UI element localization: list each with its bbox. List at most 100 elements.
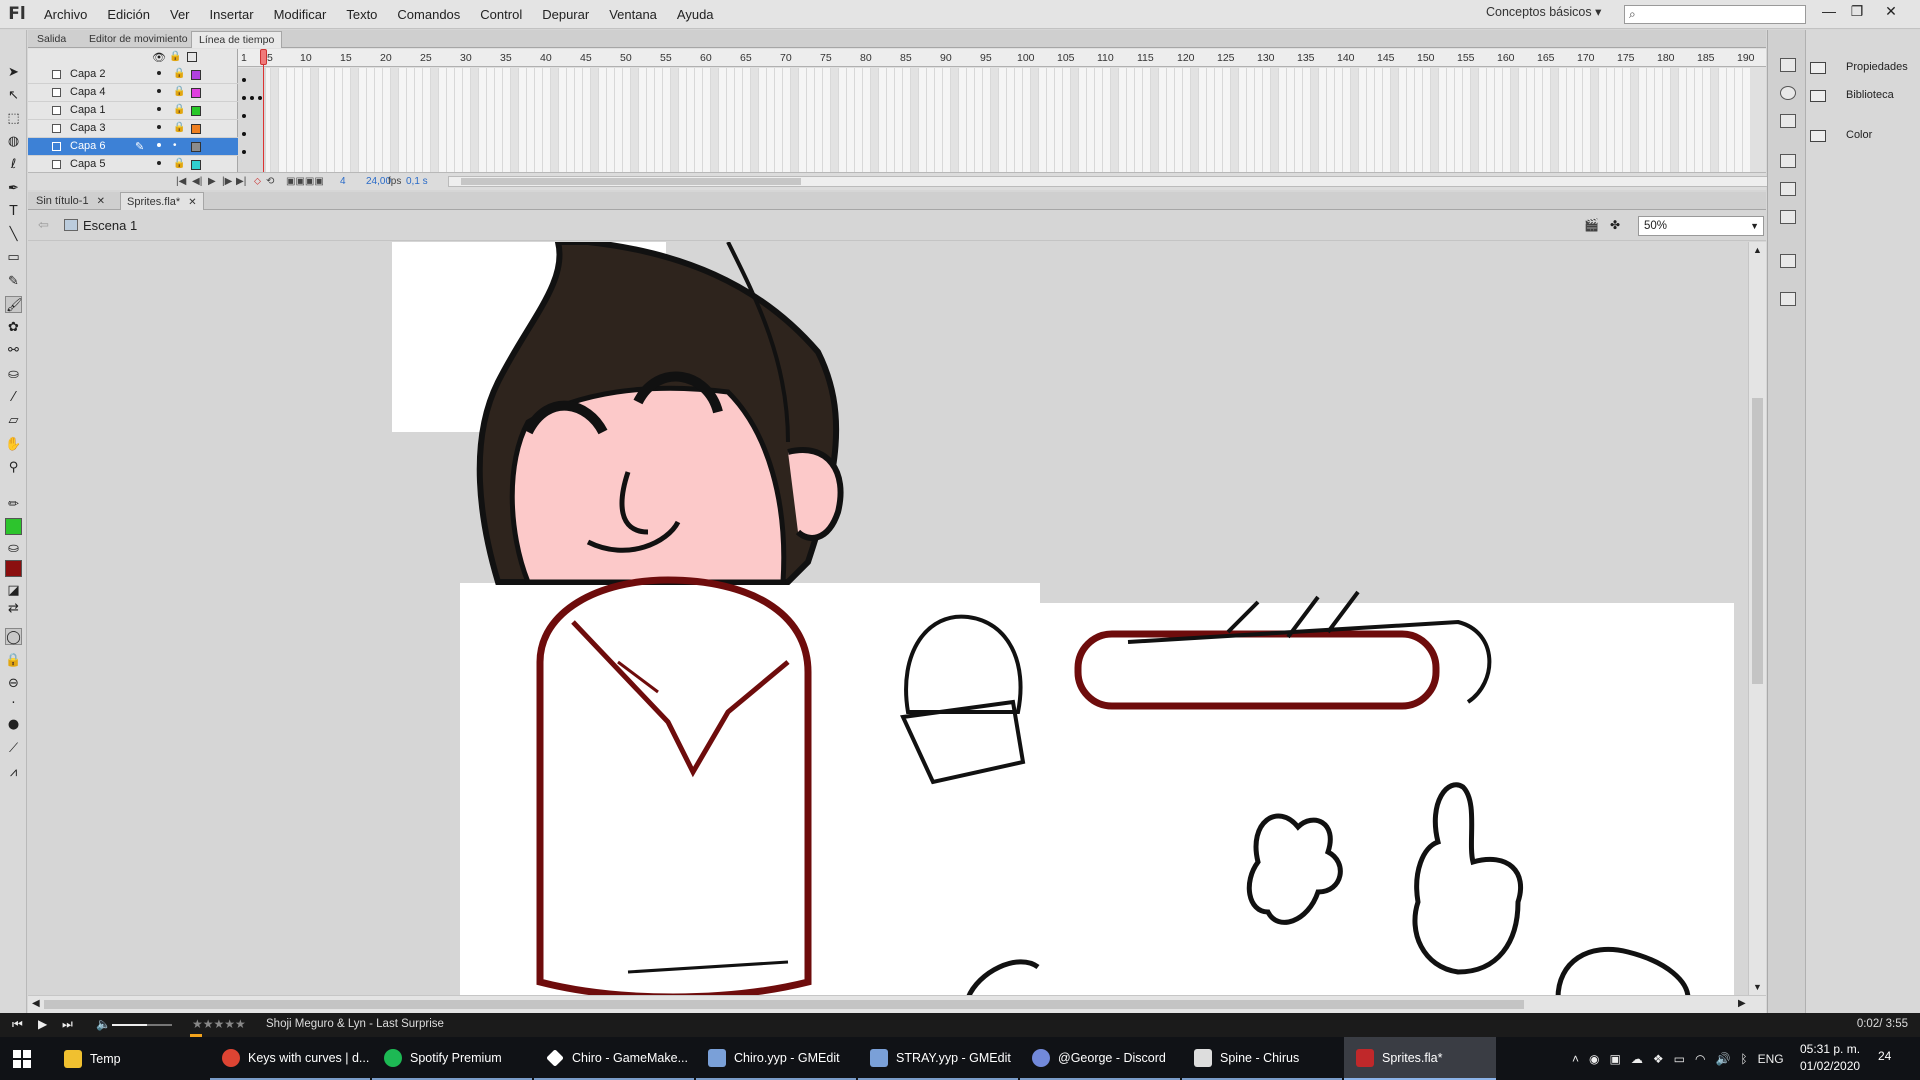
subselection-tool-icon[interactable]: ↖: [5, 87, 22, 104]
bone-tool-icon[interactable]: ⚯: [5, 342, 22, 359]
menu-edicion[interactable]: Edición: [97, 0, 160, 29]
menu-texto[interactable]: Texto: [336, 0, 387, 29]
help-search-input[interactable]: ⌕: [1624, 5, 1806, 24]
layer-row-selected[interactable]: Capa 6 ✎ •: [28, 138, 238, 156]
scene-panel-icon[interactable]: [1780, 254, 1796, 268]
dropbox-icon[interactable]: ❖: [1653, 1052, 1664, 1066]
previous-track-icon[interactable]: ⏮: [12, 1017, 23, 1032]
tab-editor-movimiento[interactable]: Editor de movimiento: [82, 31, 195, 48]
workspace-switcher[interactable]: Conceptos básicos ▾: [1486, 4, 1601, 19]
wifi-icon[interactable]: ◠: [1695, 1052, 1705, 1066]
layer-color-swatch[interactable]: [191, 124, 201, 134]
notifications-icon[interactable]: 24: [1878, 1049, 1891, 1063]
black-and-white-icon[interactable]: ◪: [5, 582, 22, 599]
lock-icon[interactable]: 🔒: [173, 104, 185, 115]
pencil-tool-icon[interactable]: ✎: [5, 273, 22, 290]
next-track-icon[interactable]: ⏭: [62, 1017, 73, 1032]
layer-color-swatch[interactable]: [191, 160, 201, 170]
text-tool-icon[interactable]: T: [5, 203, 22, 220]
scene-name[interactable]: Escena 1: [83, 218, 137, 233]
step-forward-icon[interactable]: |▶: [222, 176, 232, 187]
object-drawing-icon[interactable]: ◯: [5, 628, 22, 645]
play-icon[interactable]: ▶: [38, 1017, 47, 1031]
play-icon[interactable]: ▶: [208, 176, 216, 187]
language-indicator[interactable]: ENG: [1758, 1052, 1784, 1066]
scroll-down-icon[interactable]: ▼: [1753, 982, 1762, 992]
tilt-icon[interactable]: ⩘: [5, 764, 22, 781]
lock-icon[interactable]: 🔒: [173, 86, 185, 97]
keyframe-dot[interactable]: [242, 150, 246, 154]
go-to-last-frame-icon[interactable]: ▶|: [236, 176, 246, 187]
components-icon[interactable]: [1780, 182, 1796, 196]
brush-shape-icon[interactable]: ●: [5, 716, 22, 733]
properties-icon[interactable]: [1810, 62, 1826, 74]
menu-control[interactable]: Control: [470, 0, 532, 29]
layer-color-swatch[interactable]: [191, 88, 201, 98]
current-frame[interactable]: 4: [340, 176, 346, 187]
keyframe-dot[interactable]: [242, 96, 246, 100]
onion-skin-icon[interactable]: ▣▣▣▣: [286, 176, 324, 187]
swatches-icon[interactable]: [1780, 292, 1796, 306]
keyframe-dot[interactable]: [250, 96, 254, 100]
rating-stars[interactable]: ★★★★★: [192, 1017, 246, 1031]
bluetooth-icon[interactable]: ᛒ: [1740, 1052, 1747, 1066]
panel-color[interactable]: Color: [1846, 129, 1872, 141]
stage-canvas[interactable]: [28, 242, 1748, 998]
doc-tab-active[interactable]: Sprites.fla* ✕: [120, 192, 204, 210]
volume-icon[interactable]: 🔈: [96, 1017, 111, 1031]
color-icon[interactable]: [1810, 130, 1826, 142]
frame-grid[interactable]: [238, 68, 1750, 172]
brush-tool-icon[interactable]: 🖌: [5, 296, 23, 313]
lock-icon[interactable]: 🔒: [169, 51, 181, 62]
taskbar-item-gmedit-stray[interactable]: STRAY.yyp - GMEdit: [858, 1037, 1018, 1080]
tray-app-icon[interactable]: ▭: [1674, 1052, 1685, 1066]
eyedropper-tool-icon[interactable]: ⁄: [5, 389, 22, 406]
keyframe-dot[interactable]: [242, 132, 246, 136]
eraser-tool-icon[interactable]: ▱: [5, 412, 22, 429]
onedrive-icon[interactable]: ☁: [1631, 1052, 1643, 1066]
step-back-icon[interactable]: ◀|: [192, 176, 202, 187]
edit-scene-icon[interactable]: 🎬: [1584, 218, 1600, 233]
rectangle-tool-icon[interactable]: ▭: [5, 249, 22, 266]
lock-icon[interactable]: 🔒: [173, 68, 185, 79]
edit-symbols-icon[interactable]: ✤: [1610, 218, 1626, 233]
clock[interactable]: 05:31 p. m. 01/02/2020: [1800, 1041, 1860, 1075]
layer-row[interactable]: Capa 4 🔒: [28, 84, 238, 102]
scroll-left-icon[interactable]: ◀: [32, 998, 40, 1009]
deco-tool-icon[interactable]: ✿: [5, 319, 22, 336]
taskbar-item-chrome[interactable]: Keys with curves | d...: [210, 1037, 370, 1080]
keyframe-dot[interactable]: [242, 114, 246, 118]
tab-salida[interactable]: Salida: [30, 31, 73, 48]
doc-tab[interactable]: Sin título-1 ✕: [30, 192, 111, 210]
motion-presets-icon[interactable]: [1780, 210, 1796, 224]
layer-row[interactable]: Capa 1 🔒: [28, 102, 238, 120]
frame-ruler[interactable]: 1 5 10 15 20 25 30 35 40 45 50 55 60 65 …: [238, 49, 1766, 67]
paint-bucket-tool-icon[interactable]: ⛀: [5, 366, 22, 383]
volume-slider[interactable]: [112, 1024, 172, 1026]
minimize-button[interactable]: —: [1815, 0, 1843, 22]
menu-modificar[interactable]: Modificar: [264, 0, 337, 29]
close-tab-icon[interactable]: ✕: [97, 196, 105, 207]
pressure-icon[interactable]: ⟋: [5, 740, 22, 757]
library-icon[interactable]: [1810, 90, 1826, 102]
swap-colors-icon[interactable]: ⇄: [5, 600, 22, 617]
stroke-color-swatch[interactable]: [5, 518, 22, 535]
tray-app-icon[interactable]: ◉: [1589, 1052, 1599, 1066]
layer-row[interactable]: Capa 3 🔒: [28, 120, 238, 138]
restore-button[interactable]: ❐: [1843, 0, 1871, 22]
eye-icon[interactable]: 👁: [152, 51, 166, 64]
taskbar-item-gamemaker[interactable]: Chiro - GameMake...: [534, 1037, 694, 1080]
menu-comandos[interactable]: Comandos: [387, 0, 470, 29]
info-panel-icon[interactable]: [1780, 86, 1796, 100]
zoom-select[interactable]: 50% ▼: [1638, 216, 1764, 236]
timeline-hscroll[interactable]: [448, 176, 1774, 187]
tab-linea-de-tiempo[interactable]: Línea de tiempo: [191, 31, 283, 48]
menu-ver[interactable]: Ver: [160, 0, 200, 29]
code-snippets-icon[interactable]: [1780, 154, 1796, 168]
fill-color-swatch[interactable]: [5, 560, 22, 577]
keyframe-dot[interactable]: [242, 78, 246, 82]
layer-row[interactable]: Capa 2 🔒: [28, 66, 238, 84]
lock-icon[interactable]: •: [173, 140, 177, 151]
stroke-color-icon[interactable]: ✏: [5, 496, 22, 513]
lock-icon[interactable]: 🔒: [173, 122, 185, 133]
